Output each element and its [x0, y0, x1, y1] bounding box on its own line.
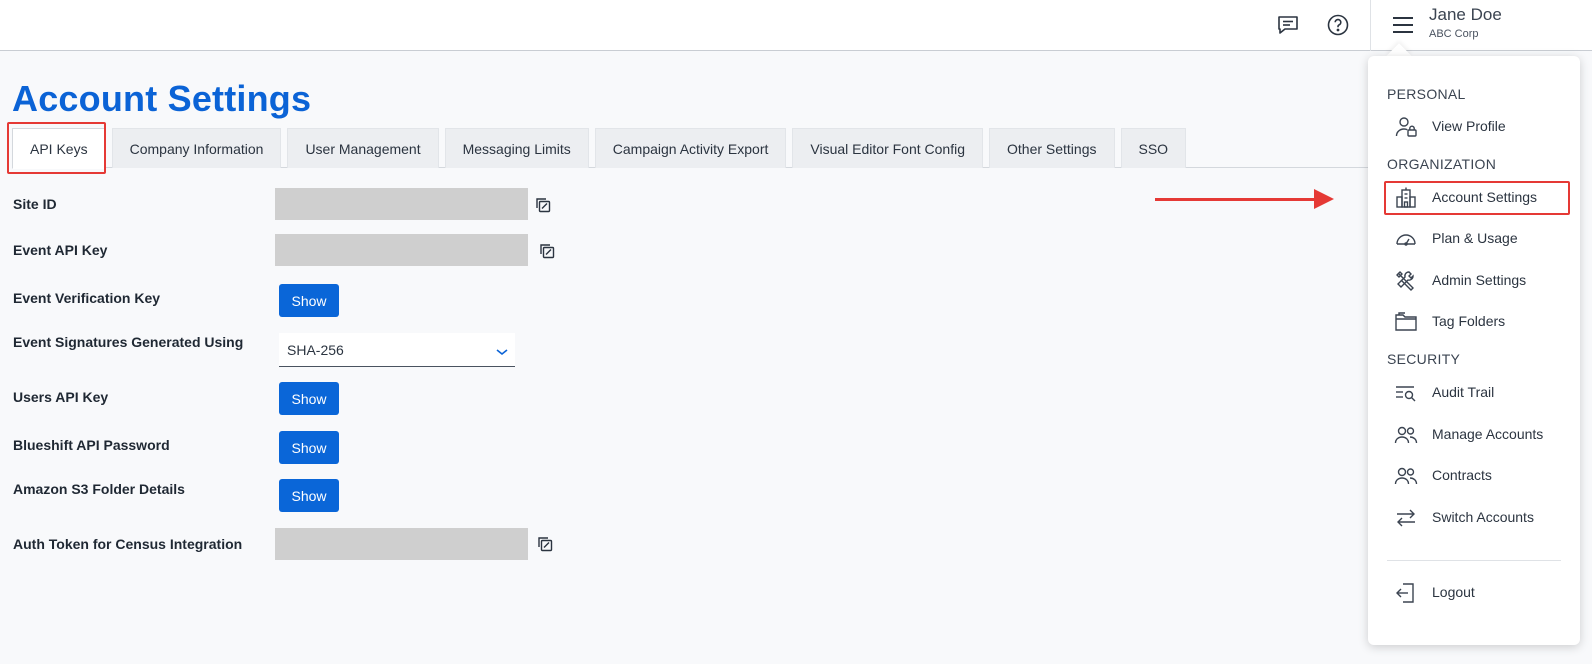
menu-item-label: Plan & Usage — [1432, 230, 1518, 246]
auth-token-census-label: Auth Token for Census Integration — [13, 536, 243, 552]
show-event-verification-key-button[interactable]: Show — [279, 284, 339, 317]
event-verification-key-label: Event Verification Key — [13, 290, 161, 306]
tab-other-settings[interactable]: Other Settings — [989, 128, 1115, 168]
menu-separator — [1387, 560, 1561, 561]
users-api-key-label: Users API Key — [13, 389, 109, 405]
menu-item-tag-folders[interactable]: Tag Folders — [1384, 305, 1570, 339]
menu-item-label: Logout — [1432, 584, 1475, 600]
chevron-down-icon — [495, 344, 509, 362]
section-organization: ORGANIZATION — [1387, 156, 1497, 172]
folder-icon — [1394, 310, 1418, 334]
event-signatures-select[interactable]: SHA-256 — [279, 333, 515, 367]
menu-item-admin-settings[interactable]: Admin Settings — [1384, 264, 1570, 298]
copy-auth-token-icon[interactable] — [536, 535, 554, 553]
tab-user-management[interactable]: User Management — [287, 128, 439, 168]
tab-api-keys[interactable]: API Keys — [12, 128, 106, 169]
user-menu-toggle[interactable]: Jane Doe ABC Corp — [1371, 0, 1592, 51]
event-signatures-value: SHA-256 — [287, 342, 344, 358]
copy-event-api-key-icon[interactable] — [538, 242, 556, 260]
show-users-api-key-button[interactable]: Show — [279, 382, 339, 415]
user-name: Jane Doe — [1429, 5, 1502, 24]
user-dropdown-menu: PERSONAL View Profile ORGANIZATION Accou… — [1368, 56, 1580, 645]
users-icon — [1394, 464, 1418, 488]
annotation-arrow-head — [1314, 189, 1334, 209]
tab-bar: API Keys Company Information User Manage… — [12, 128, 1192, 169]
search-list-icon — [1394, 381, 1418, 405]
feedback-icon[interactable] — [1275, 12, 1301, 38]
tab-visual-editor-font-config[interactable]: Visual Editor Font Config — [792, 128, 983, 168]
menu-item-label: View Profile — [1432, 118, 1506, 134]
logout-icon — [1394, 581, 1418, 605]
help-icon[interactable] — [1325, 12, 1351, 38]
amazon-s3-folder-label: Amazon S3 Folder Details — [13, 481, 185, 497]
menu-item-label: Tag Folders — [1432, 313, 1506, 329]
tools-icon — [1394, 269, 1418, 293]
user-company: ABC Corp — [1429, 28, 1479, 40]
top-bar: Jane Doe ABC Corp — [0, 0, 1592, 51]
page-title: Account Settings — [12, 78, 312, 119]
site-id-value — [275, 188, 528, 220]
menu-item-switch-accounts[interactable]: Switch Accounts — [1384, 501, 1570, 535]
section-security: SECURITY — [1387, 351, 1461, 367]
swap-arrows-icon — [1394, 506, 1418, 530]
menu-item-label: Admin Settings — [1432, 272, 1527, 288]
section-personal: PERSONAL — [1387, 86, 1466, 102]
menu-item-contracts[interactable]: Contracts — [1384, 459, 1570, 493]
auth-token-census-value — [275, 528, 528, 560]
menu-item-manage-accounts[interactable]: Manage Accounts — [1384, 418, 1570, 452]
tab-campaign-activity-export[interactable]: Campaign Activity Export — [594, 128, 787, 168]
user-lock-icon — [1394, 115, 1418, 139]
menu-item-label: Manage Accounts — [1432, 426, 1544, 442]
menu-item-label: Contracts — [1432, 467, 1492, 483]
annotation-arrow-line — [1155, 198, 1317, 201]
event-signatures-label: Event Signatures Generated Using — [13, 334, 244, 350]
show-blueshift-api-password-button[interactable]: Show — [279, 431, 339, 464]
tab-sso[interactable]: SSO — [1120, 128, 1187, 168]
menu-item-label: Audit Trail — [1432, 384, 1495, 400]
hamburger-menu-icon[interactable] — [1391, 14, 1415, 36]
copy-site-id-icon[interactable] — [534, 196, 552, 214]
tab-messaging-limits[interactable]: Messaging Limits — [444, 128, 589, 168]
blueshift-api-password-label: Blueshift API Password — [13, 437, 170, 453]
users-icon — [1394, 423, 1418, 447]
menu-item-label: Account Settings — [1432, 189, 1538, 205]
menu-item-audit-trail[interactable]: Audit Trail — [1384, 376, 1570, 410]
menu-item-logout[interactable]: Logout — [1384, 576, 1570, 610]
menu-item-account-settings[interactable]: Account Settings — [1384, 181, 1570, 215]
menu-item-view-profile[interactable]: View Profile — [1384, 110, 1570, 144]
site-id-label: Site ID — [13, 196, 57, 212]
menu-item-plan-usage[interactable]: Plan & Usage — [1384, 222, 1570, 256]
tab-company-information[interactable]: Company Information — [111, 128, 282, 168]
menu-item-label: Switch Accounts — [1432, 509, 1534, 525]
show-amazon-s3-button[interactable]: Show — [279, 479, 339, 512]
building-icon — [1394, 186, 1418, 210]
gauge-icon — [1394, 227, 1418, 251]
event-api-key-label: Event API Key — [13, 242, 108, 258]
event-api-key-value — [275, 234, 528, 266]
